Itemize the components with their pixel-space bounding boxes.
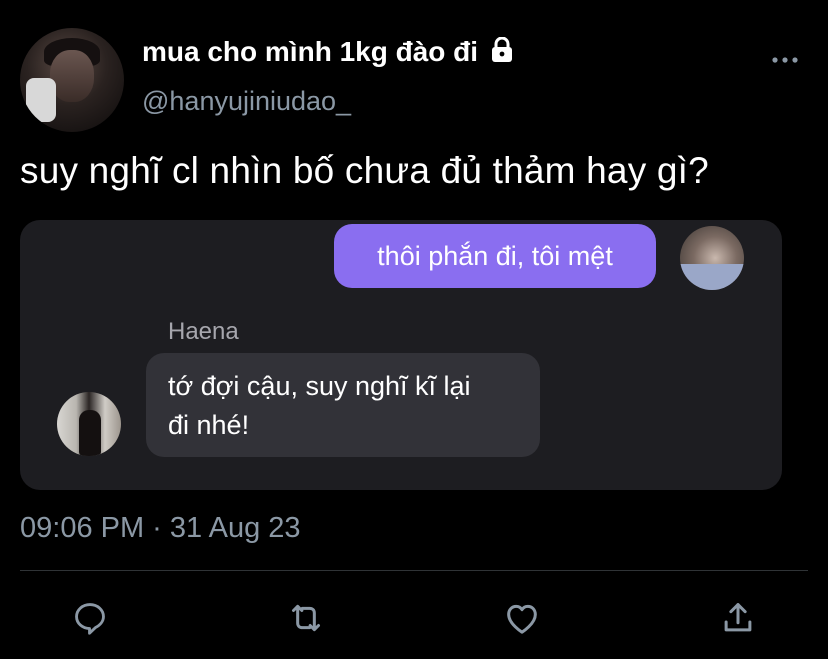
display-name-text: mua cho mình 1kg đào đi <box>142 36 479 67</box>
divider <box>20 570 808 571</box>
user-handle[interactable]: @hanyujiniudao_ <box>142 86 351 117</box>
incoming-message-bubble: tớ đợi cậu, suy nghĩ kĩ lại đi nhé! <box>146 353 540 457</box>
incoming-avatar <box>57 392 121 456</box>
incoming-sender-name: Haena <box>168 318 239 345</box>
lock-icon <box>491 37 512 62</box>
reply-icon <box>75 603 105 635</box>
author-avatar[interactable] <box>20 28 124 132</box>
retweet-icon <box>292 604 320 632</box>
share-icon <box>724 603 752 632</box>
outgoing-avatar <box>680 226 744 290</box>
tweet-timestamp[interactable]: 09:06 PM · 31 Aug 23 <box>20 512 301 545</box>
chat-screenshot-card[interactable]: thôi phắn đi, tôi mệt Haena tớ đợi cậu, … <box>20 220 782 490</box>
display-name[interactable]: mua cho mình 1kg đào đi <box>142 36 514 68</box>
more-icon[interactable] <box>770 50 800 70</box>
avatar-figure <box>79 410 101 456</box>
avatar-blanket <box>680 264 744 290</box>
tweet-text: suy nghĩ cl nhìn bố chưa đủ thảm hay gì? <box>20 150 709 191</box>
incoming-message-line: tớ đợi cậu, suy nghĩ kĩ lại <box>168 371 471 401</box>
incoming-message-line: đi nhé! <box>168 410 250 440</box>
like-icon <box>507 604 537 634</box>
avatar-face <box>50 50 94 102</box>
like-button[interactable] <box>502 598 542 638</box>
reply-button[interactable] <box>70 598 110 638</box>
outgoing-message-bubble: thôi phắn đi, tôi mệt <box>334 224 656 288</box>
retweet-button[interactable] <box>286 598 326 638</box>
share-button[interactable] <box>718 598 758 638</box>
avatar-phone <box>26 78 56 122</box>
